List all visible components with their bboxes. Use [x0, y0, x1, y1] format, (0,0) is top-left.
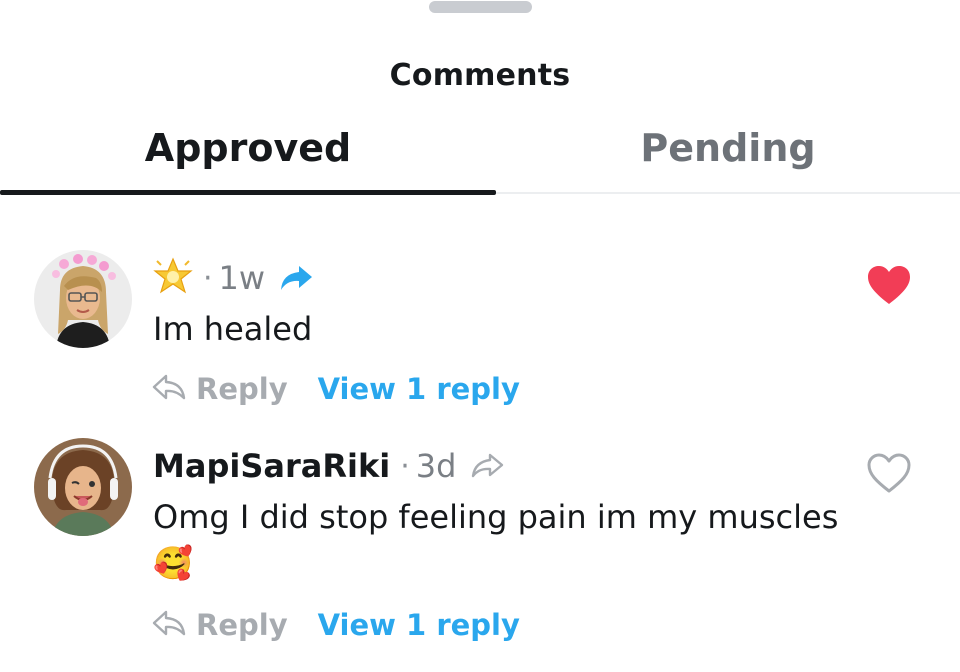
reply-label: Reply	[196, 608, 288, 642]
heart-filled-icon[interactable]	[866, 264, 912, 310]
active-tab-indicator	[0, 190, 496, 195]
comment-text-body: Omg I did stop feeling pain im my muscle…	[153, 498, 839, 536]
comments-sheet: Comments Approved Pending · 1w Im healed…	[0, 0, 960, 672]
heart-outline-icon[interactable]	[866, 452, 912, 498]
reply-arrow-icon	[152, 609, 186, 641]
comment-text: Omg I did stop feeling pain im my muscle…	[153, 494, 853, 586]
comment-text: Im healed	[153, 310, 313, 348]
view-replies-link[interactable]: View 1 reply	[318, 372, 520, 406]
reply-button[interactable]: Reply	[152, 608, 288, 642]
comment-time: 1w	[218, 259, 266, 297]
meta-separator: ·	[400, 448, 410, 484]
tab-approved[interactable]: Approved	[0, 126, 496, 170]
comment-username[interactable]: MapiSaraRiki	[153, 447, 390, 485]
comment-actions: Reply View 1 reply	[152, 608, 520, 642]
view-replies-link[interactable]: View 1 reply	[318, 608, 520, 642]
tab-pending[interactable]: Pending	[480, 126, 960, 170]
reply-arrow-icon	[152, 373, 186, 405]
comment-meta: · 1w	[153, 256, 313, 300]
sheet-grabber-handle[interactable]	[429, 1, 532, 13]
avatar[interactable]	[34, 438, 132, 536]
comment-time: 3d	[415, 447, 457, 485]
comment-actions: Reply View 1 reply	[152, 372, 520, 406]
reply-label: Reply	[196, 372, 288, 406]
share-arrow-icon[interactable]	[470, 452, 504, 480]
share-arrow-icon[interactable]	[279, 264, 313, 292]
smiling-face-hearts-emoji: 🥰	[153, 544, 193, 582]
reply-button[interactable]: Reply	[152, 372, 288, 406]
sheet-title: Comments	[389, 58, 571, 93]
meta-separator: ·	[203, 260, 213, 296]
avatar[interactable]	[34, 250, 132, 348]
comment-meta: MapiSaraRiki · 3d	[153, 444, 504, 488]
sparkle-star-icon	[153, 256, 193, 300]
